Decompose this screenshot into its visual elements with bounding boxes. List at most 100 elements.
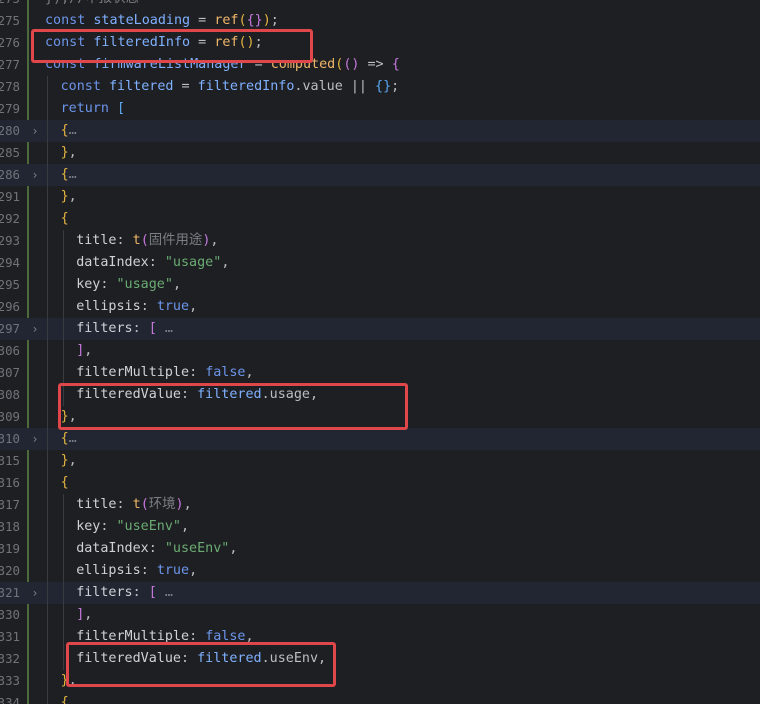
code-token: ( [140,497,149,512]
code-token: filters [76,321,133,336]
code-token: : [189,629,206,644]
code-token: stateLoading [93,13,191,28]
indent-guide [47,450,48,472]
code-token: computed [270,57,336,72]
code-line[interactable]: 307 filterMultiple: false, [0,362,760,384]
code-token: : [140,563,157,578]
code-line[interactable]: 309}, [0,406,760,428]
code-token: const [60,79,109,94]
indent-guide [47,516,48,538]
code-line[interactable]: 279 return [ [0,98,760,120]
code-token: 申报状态 [85,0,139,6]
indent-guide [62,230,64,252]
code-token: : [189,365,206,380]
code-line[interactable]: 275});//申报状态 [0,0,760,10]
line-number: 330 [0,607,20,622]
indent-guide [47,494,48,516]
code-line[interactable]: 277 const firmwareListManager = computed(… [0,54,760,76]
code-line[interactable]: 315}, [0,450,760,472]
code-line[interactable]: 285}, [0,142,760,164]
code-token: } [60,453,69,468]
code-token: , [181,519,190,534]
code-line[interactable]: 334 { [0,692,760,704]
code-line[interactable]: 276 const filteredInfo = ref(); [0,32,760,54]
indent-guide [47,670,48,692]
code-line[interactable]: 332 filteredValue: filtered.useEnv, [0,648,760,670]
code-token: } [60,409,69,424]
code-editor[interactable]: 275});//申报状态275const stateLoading = ref(… [0,0,760,704]
indent-guide [47,384,48,406]
fold-chevron-icon[interactable]: › [29,164,41,186]
code-line[interactable]: 317 title: t(环境), [0,494,760,516]
code-line[interactable]: 291}, [0,186,760,208]
code-text: const firmwareListManager = computed(() … [45,54,400,76]
line-number: 307 [0,365,20,380]
code-line[interactable]: 310 › {… [0,428,760,450]
code-line[interactable]: 316 { [0,472,760,494]
fold-chevron-icon[interactable]: › [29,120,41,142]
code-token: key [76,277,101,292]
code-text: title: t(固件用途), [76,230,218,252]
line-number: 294 [0,255,20,270]
code-line[interactable]: 320 ellipsis: true, [0,560,760,582]
code-line[interactable]: 296 ellipsis: true, [0,296,760,318]
code-token: , [189,299,198,314]
code-line[interactable]: 333}, [0,670,760,692]
fold-chevron-icon[interactable]: › [29,318,41,340]
code-token: ( [238,13,247,28]
code-text: const filteredInfo = ref(); [45,32,263,54]
fold-chevron-icon[interactable]: › [29,428,41,450]
indent-guide [47,560,48,582]
code-line[interactable]: 321 › filters: [ … [0,582,760,604]
code-line[interactable]: 319 dataIndex: "useEnv", [0,538,760,560]
code-line[interactable]: 295 key: "usage", [0,274,760,296]
code-token: { [60,123,69,138]
code-token: );// [53,0,85,6]
line-number: 278 [0,79,20,94]
code-token: .usage, [261,387,319,402]
line-number: 333 [0,673,20,688]
code-text: ], [76,340,92,362]
code-text: const filtered = filteredInfo.value || {… [61,76,400,98]
code-token: 固件用途 [148,233,203,248]
code-token: filters [76,585,133,600]
indent-guide [47,340,48,362]
code-text: return [ [61,98,126,120]
code-text: filteredValue: filtered.useEnv, [76,648,326,670]
code-line[interactable]: 306], [0,340,760,362]
code-line[interactable]: 280 › {… [0,120,760,142]
code-line[interactable]: 318 key: "useEnv", [0,516,760,538]
code-text: const stateLoading = ref({}); [45,10,279,32]
code-token: ref [214,13,239,28]
fold-chevron-icon[interactable]: › [29,582,41,604]
code-line[interactable]: 278 const filtered = filteredInfo.value |… [0,76,760,98]
code-text: });//申报状态 [45,0,139,10]
indent-guide [62,340,64,362]
line-number: 286 [0,167,20,182]
code-line[interactable]: 293 title: t(固件用途), [0,230,760,252]
code-text: title: t(环境), [76,494,191,516]
code-line[interactable]: 331 filterMultiple: false, [0,626,760,648]
code-line[interactable]: 275 const stateLoading = ref({}); [0,10,760,32]
code-line[interactable]: 292 { [0,208,760,230]
indent-guide [47,98,48,120]
code-line[interactable]: 297 › filters: [ … [0,318,760,340]
line-number: 315 [0,453,20,468]
code-line[interactable]: 308 filteredValue: filtered.usage, [0,384,760,406]
code-token: filterMultiple [76,365,190,380]
indent-guide [47,428,48,450]
code-line[interactable]: 330], [0,604,760,626]
code-text: filterMultiple: false, [76,626,253,648]
code-token: : [140,299,157,314]
code-token: .value || [294,79,376,94]
indent-guide [62,494,64,516]
code-line[interactable]: 286 › {… [0,164,760,186]
code-text: key: "usage", [76,274,181,296]
code-token: , [68,189,77,204]
indent-guide [62,560,64,582]
line-number: 332 [0,651,20,666]
line-number: 317 [0,497,20,512]
code-line[interactable]: 294 dataIndex: "usage", [0,252,760,274]
code-token: , [68,145,77,160]
line-number: 292 [0,211,20,226]
